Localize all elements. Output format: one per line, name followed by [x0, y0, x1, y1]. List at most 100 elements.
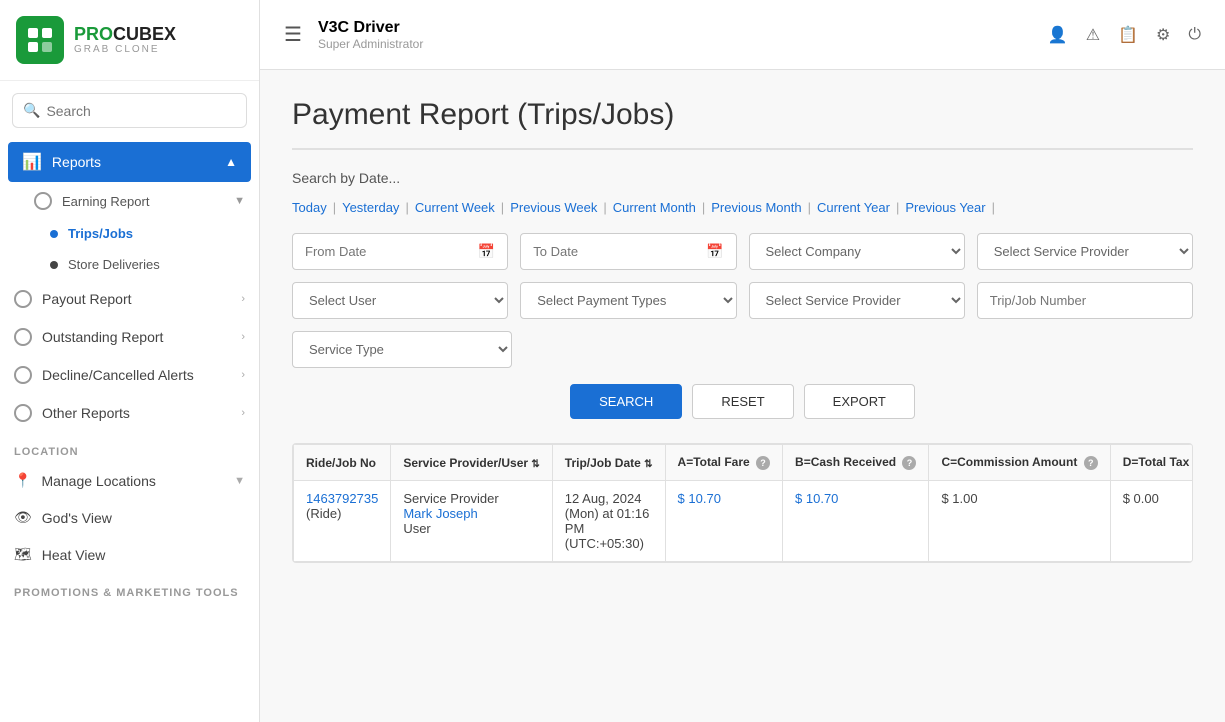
sidebar: PROCUBEX GRAB CLONE 🔍 📊 Reports ▲ Earnin…	[0, 0, 260, 722]
date-link-current-year[interactable]: Current Year	[817, 200, 890, 215]
filter-row-2: Select User Select Payment Types Select …	[292, 282, 1193, 319]
reports-icon: 📊	[22, 152, 42, 172]
reports-label: Reports	[52, 154, 101, 170]
to-date-field[interactable]: 📅	[520, 233, 736, 270]
cell-service-provider: Service Provider Mark Joseph User	[391, 481, 552, 562]
date-link-previous-month[interactable]: Previous Month	[711, 200, 801, 215]
col-commission: C=Commission Amount ?	[929, 445, 1110, 481]
earning-report-group: Earning Report ▼ Trips/Jobs Store Delive…	[0, 184, 259, 280]
total-fare-link[interactable]: $ 10.70	[678, 491, 721, 506]
date-link-current-week[interactable]: Current Week	[415, 200, 495, 215]
other-circle	[14, 404, 32, 422]
results-table: Ride/Job No Service Provider/User ⇅ Trip…	[293, 444, 1193, 562]
manage-locations-icon: 📍	[14, 472, 31, 489]
table-row: 1463792735 (Ride) Service Provider Mark …	[294, 481, 1194, 562]
sidebar-item-reports[interactable]: 📊 Reports ▲	[8, 142, 251, 182]
ride-job-link[interactable]: 1463792735	[306, 491, 378, 506]
outstanding-label: Outstanding Report	[42, 329, 163, 345]
col-ride-job-no: Ride/Job No	[294, 445, 391, 481]
trip-job-number-input[interactable]	[990, 293, 1180, 308]
user-icon[interactable]: 👤	[1048, 25, 1068, 45]
power-icon[interactable]: ⏻	[1188, 26, 1201, 44]
ride-type: (Ride)	[306, 506, 341, 521]
cash-received-help-icon[interactable]: ?	[902, 456, 916, 470]
store-deliveries-dot	[50, 261, 58, 269]
service-type-select[interactable]: Service Type	[292, 331, 512, 368]
other-reports-label: Other Reports	[42, 405, 130, 421]
date-link-previous-year[interactable]: Previous Year	[905, 200, 985, 215]
outstanding-expand-icon: ›	[241, 331, 245, 343]
payout-report-label: Payout Report	[42, 291, 132, 307]
sidebar-search-box[interactable]: 🔍	[12, 93, 247, 128]
earning-report-label: Earning Report	[62, 194, 149, 209]
col-service-provider-user: Service Provider/User ⇅	[391, 445, 552, 481]
filter-row-3: Service Type	[292, 331, 1193, 368]
cell-total-fare: $ 10.70	[665, 481, 782, 562]
manage-locations-label: Manage Locations	[41, 473, 155, 489]
trips-jobs-label: Trips/Jobs	[68, 226, 133, 241]
table-body: 1463792735 (Ride) Service Provider Mark …	[294, 481, 1194, 562]
heat-view-icon: 🗺	[14, 546, 32, 563]
cell-commission: $ 1.00	[929, 481, 1110, 562]
sidebar-item-store-deliveries[interactable]: Store Deliveries	[36, 249, 259, 280]
topbar-left: ☰ V3C Driver Super Administrator	[284, 19, 423, 51]
store-deliveries-label: Store Deliveries	[68, 257, 160, 272]
service-provider-name-link[interactable]: Mark Joseph	[403, 506, 477, 521]
sidebar-item-payout-report[interactable]: Payout Report ›	[0, 280, 259, 318]
app-logo-icon	[16, 16, 64, 64]
alert-icon[interactable]: ⚠	[1086, 25, 1100, 45]
col-total-fare: A=Total Fare ?	[665, 445, 782, 481]
cell-cash-received: $ 10.70	[783, 481, 929, 562]
date-link-today[interactable]: Today	[292, 200, 327, 215]
sidebar-item-earning-report[interactable]: Earning Report ▼	[20, 184, 259, 218]
other-expand-icon: ›	[241, 407, 245, 419]
payment-types-select[interactable]: Select Payment Types	[520, 282, 736, 319]
cell-total-tax: $ 0.00	[1110, 481, 1193, 562]
to-date-input[interactable]	[533, 244, 706, 259]
gods-view-icon: 👁	[14, 509, 32, 526]
sort-icon-date[interactable]: ⇅	[644, 459, 652, 470]
search-input[interactable]	[46, 103, 236, 119]
sidebar-item-decline-cancelled[interactable]: Decline/Cancelled Alerts ›	[0, 356, 259, 394]
service-provider-select-2[interactable]: Select Service Provider	[749, 282, 965, 319]
col-total-tax: D=Total Tax ?	[1110, 445, 1193, 481]
hamburger-icon[interactable]: ☰	[284, 22, 302, 47]
from-date-input[interactable]	[305, 244, 478, 259]
sidebar-item-manage-locations[interactable]: 📍 Manage Locations ▼	[0, 462, 259, 499]
col-cash-received: B=Cash Received ?	[783, 445, 929, 481]
date-link-current-month[interactable]: Current Month	[613, 200, 696, 215]
settings-icon[interactable]: ⚙	[1156, 25, 1170, 45]
heat-view-label: Heat View	[42, 547, 106, 563]
outstanding-circle	[14, 328, 32, 346]
sort-icon[interactable]: ⇅	[531, 459, 539, 470]
cell-ride-job-no: 1463792735 (Ride)	[294, 481, 391, 562]
cell-trip-date: 12 Aug, 2024 (Mon) at 01:16 PM (UTC:+05:…	[552, 481, 665, 562]
brand-cubex: CUBEX	[113, 24, 176, 44]
total-fare-help-icon[interactable]: ?	[756, 456, 770, 470]
company-select[interactable]: Select Company	[749, 233, 965, 270]
search-icon: 🔍	[23, 102, 40, 119]
search-button[interactable]: SEARCH	[570, 384, 682, 419]
from-date-field[interactable]: 📅	[292, 233, 508, 270]
date-link-yesterday[interactable]: Yesterday	[342, 200, 399, 215]
sidebar-item-gods-view[interactable]: 👁 God's View	[0, 499, 259, 536]
trip-job-number-field[interactable]	[977, 282, 1193, 319]
service-provider-select-1[interactable]: Select Service Provider	[977, 233, 1193, 270]
sidebar-item-trips-jobs[interactable]: Trips/Jobs	[36, 218, 259, 249]
commission-help-icon[interactable]: ?	[1084, 456, 1098, 470]
cash-received-link[interactable]: $ 10.70	[795, 491, 838, 506]
main-area: ☰ V3C Driver Super Administrator 👤 ⚠ 📋 ⚙…	[260, 0, 1225, 722]
user-select[interactable]: Select User	[292, 282, 508, 319]
reset-button[interactable]: RESET	[692, 384, 793, 419]
export-button[interactable]: EXPORT	[804, 384, 915, 419]
sidebar-item-other-reports[interactable]: Other Reports ›	[0, 394, 259, 432]
brand-pro: PRO	[74, 24, 113, 44]
topbar-icons: 👤 ⚠ 📋 ⚙ ⏻	[1048, 25, 1201, 45]
notes-icon[interactable]: 📋	[1118, 25, 1138, 45]
sidebar-item-heat-view[interactable]: 🗺 Heat View	[0, 536, 259, 573]
sidebar-item-outstanding-report[interactable]: Outstanding Report ›	[0, 318, 259, 356]
payout-report-circle	[14, 290, 32, 308]
date-link-previous-week[interactable]: Previous Week	[510, 200, 597, 215]
page-title: Payment Report (Trips/Jobs)	[292, 98, 1193, 150]
user-label: User	[403, 521, 430, 536]
